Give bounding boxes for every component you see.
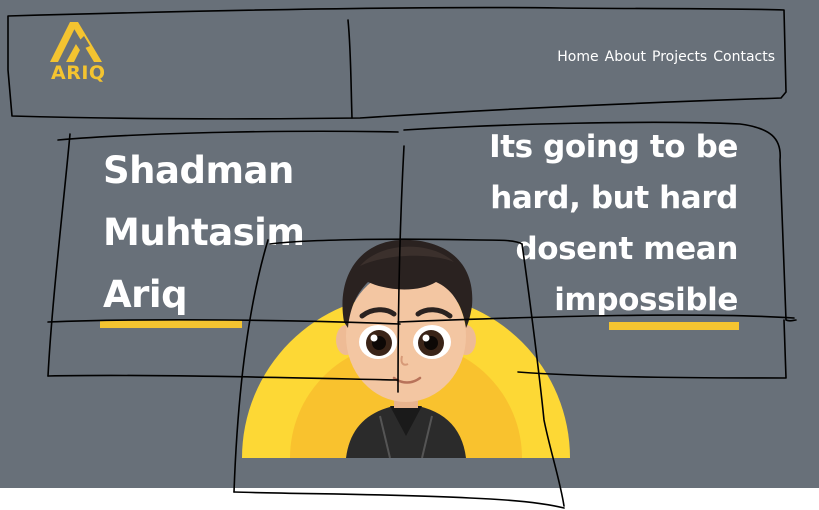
main-nav: Home About Projects Contacts	[557, 49, 775, 65]
logo-mark-icon	[50, 22, 102, 62]
nav-about[interactable]: About	[605, 49, 646, 65]
quote-line-1: Its going to be	[489, 129, 738, 165]
nav-home[interactable]: Home	[557, 49, 598, 65]
page: ARIQ Home About Projects Contacts Shadma…	[0, 0, 819, 510]
quote-line-2: hard, but hard	[490, 180, 738, 216]
nav-contacts[interactable]: Contacts	[713, 49, 775, 65]
cartoon-avatar-icon	[242, 239, 570, 458]
quote-underline	[609, 322, 739, 330]
nav-projects[interactable]: Projects	[652, 49, 707, 65]
logo[interactable]: ARIQ	[44, 18, 108, 88]
name-line-first: Shadman	[103, 149, 294, 192]
logo-text: ARIQ	[51, 62, 106, 84]
avatar	[240, 236, 572, 458]
name-underline	[100, 320, 242, 328]
